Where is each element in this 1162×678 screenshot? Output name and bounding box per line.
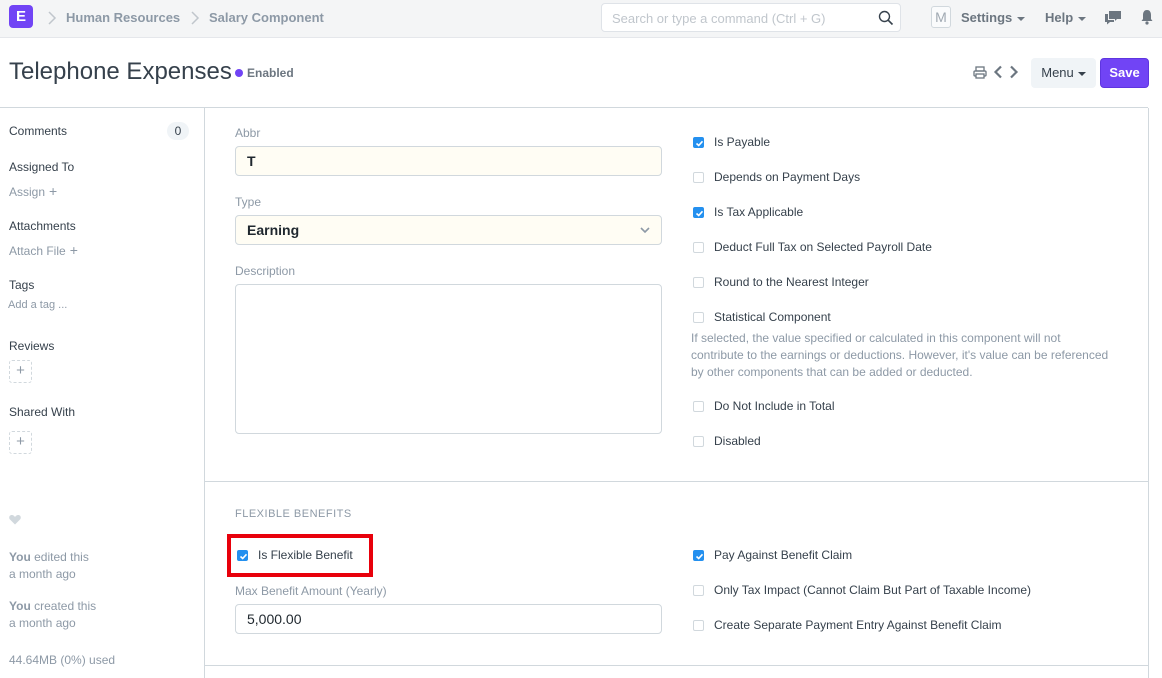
status-badge: Enabled <box>247 66 294 80</box>
save-button[interactable]: Save <box>1100 58 1149 88</box>
checkbox-label: Disabled <box>714 434 761 448</box>
type-label: Type <box>235 195 262 209</box>
comments-label[interactable]: Comments <box>9 124 67 138</box>
page-title: Telephone Expenses <box>9 58 232 85</box>
type-select[interactable]: Earning <box>235 215 662 245</box>
tags-label: Tags <box>9 278 35 292</box>
checkbox-unchecked-icon <box>693 242 704 253</box>
attach-file-label: Attach File <box>9 244 66 258</box>
section-heading-flexible-benefits[interactable]: FLEXIBLE BENEFITS <box>235 508 352 520</box>
checkbox-label: Statistical Component <box>714 310 831 324</box>
checkbox-label: Create Separate Payment Entry Against Be… <box>714 618 1002 632</box>
assign-label: Assign <box>9 185 46 199</box>
checkbox-label: Only Tax Impact (Cannot Claim But Part o… <box>714 583 1032 597</box>
breadcrumb-human-resources[interactable]: Human Resources <box>66 10 180 25</box>
activity-action: created this <box>30 599 97 613</box>
chevron-left-icon[interactable] <box>993 65 1003 79</box>
settings-dropdown[interactable]: Settings <box>961 10 1026 25</box>
search-icon <box>878 10 894 26</box>
activity-time: a month ago <box>9 616 76 630</box>
help-dropdown[interactable]: Help <box>1045 10 1087 25</box>
chat-icon[interactable] <box>1104 9 1122 25</box>
plus-icon: + <box>49 183 58 199</box>
checkbox-checked-icon <box>693 207 704 218</box>
caret-down-icon <box>1077 71 1086 76</box>
chevron-down-icon <box>640 227 650 234</box>
sidebar-divider <box>204 108 205 678</box>
checkbox-unchecked-icon <box>693 172 704 183</box>
print-icon[interactable] <box>973 66 987 79</box>
shared-with-label: Shared With <box>9 405 76 419</box>
comments-count-badge: 0 <box>167 122 189 140</box>
checkbox-label: Is Tax Applicable <box>714 205 804 219</box>
attachments-label: Attachments <box>9 219 76 233</box>
highlight-annotation-box <box>227 534 373 577</box>
checkbox-unchecked-icon <box>693 620 704 631</box>
checkbox-label: Round to the Nearest Integer <box>714 275 869 289</box>
max-benefit-amount-label: Max Benefit Amount (Yearly) <box>235 584 387 598</box>
reviews-label: Reviews <box>9 339 55 353</box>
help-label: Help <box>1045 10 1074 25</box>
assign-link[interactable]: Assign + <box>9 183 57 199</box>
checkbox-unchecked-icon <box>693 277 704 288</box>
search-input[interactable]: Search or type a command (Ctrl + G) <box>601 3 901 32</box>
chevron-right-icon <box>191 11 200 25</box>
breadcrumb-salary-component[interactable]: Salary Component <box>209 10 324 25</box>
status-indicator-dot <box>235 69 243 77</box>
activity-user[interactable]: You <box>9 550 31 564</box>
menu-button[interactable]: Menu <box>1031 58 1096 88</box>
caret-down-icon <box>1078 16 1087 21</box>
abbr-input[interactable]: T <box>235 146 662 176</box>
activity-user[interactable]: You <box>9 599 31 613</box>
max-benefit-amount-input[interactable]: 5,000.00 <box>235 604 662 634</box>
add-review-button[interactable]: + <box>9 360 32 383</box>
chevron-right-icon <box>48 11 57 25</box>
description-textarea[interactable] <box>235 284 662 434</box>
statistical-component-help: If selected, the value specified or calc… <box>691 331 1109 379</box>
section-divider <box>205 481 1148 482</box>
menu-label: Menu <box>1041 65 1074 80</box>
user-avatar[interactable]: M <box>931 6 951 28</box>
checkbox-unchecked-icon <box>693 436 704 447</box>
checkbox-unchecked-icon <box>693 585 704 596</box>
activity-item: You created this a month ago <box>9 598 96 632</box>
sidebar: Comments 0 Assigned To Assign + Attachmen… <box>0 108 204 678</box>
navbar: E Human Resources Salary Component Searc… <box>0 0 1162 38</box>
attach-file-link[interactable]: Attach File + <box>9 242 78 258</box>
search-placeholder: Search or type a command (Ctrl + G) <box>612 11 826 26</box>
activity-item: You edited this a month ago <box>9 549 89 583</box>
checkbox-label: Depends on Payment Days <box>714 170 861 184</box>
form-right-border <box>1148 108 1149 678</box>
bell-icon[interactable] <box>1140 9 1154 25</box>
add-tag-link[interactable]: Add a tag ... <box>8 299 67 311</box>
settings-label: Settings <box>961 10 1013 25</box>
plus-icon: + <box>69 242 78 258</box>
add-share-button[interactable]: + <box>9 431 32 454</box>
section-divider <box>205 665 1148 666</box>
checkbox-unchecked-icon <box>693 312 704 323</box>
description-label: Description <box>235 264 296 278</box>
checkbox-label: Pay Against Benefit Claim <box>714 548 853 562</box>
app-logo[interactable]: E <box>9 5 33 28</box>
checkbox-checked-icon <box>693 550 704 561</box>
assigned-to-label: Assigned To <box>9 160 75 174</box>
activity-action: edited this <box>30 550 89 564</box>
chevron-right-icon[interactable] <box>1009 65 1019 79</box>
checkbox-checked-icon <box>693 137 704 148</box>
storage-usage: 44.64MB (0%) used <box>9 653 116 667</box>
checkbox-label: Deduct Full Tax on Selected Payroll Date <box>714 240 932 254</box>
caret-down-icon <box>1017 16 1026 21</box>
checkbox-label: Is Payable <box>714 135 771 149</box>
checkbox-unchecked-icon <box>693 401 704 412</box>
type-value: Earning <box>247 222 300 238</box>
abbr-label: Abbr <box>235 126 261 140</box>
checkbox-label: Do Not Include in Total <box>714 399 835 413</box>
heart-icon[interactable] <box>9 514 21 525</box>
activity-time: a month ago <box>9 567 76 581</box>
